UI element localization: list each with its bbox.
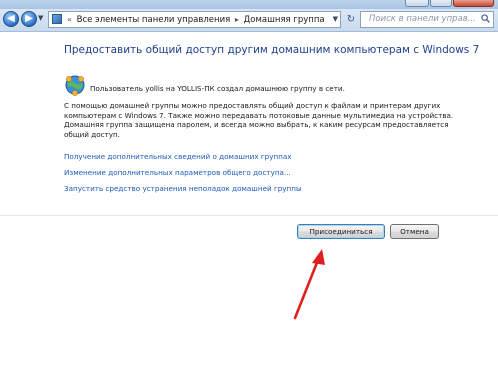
description-line: С помощью домашней группы можно предоста… <box>64 101 441 110</box>
maximize-button[interactable] <box>430 0 452 7</box>
back-arrow-icon: ◀ <box>7 13 15 24</box>
address-separator: « <box>67 15 72 24</box>
advanced-sharing-settings-link[interactable]: Изменение дополнительных параметров обще… <box>64 168 291 177</box>
description-line: общий доступ. <box>64 129 120 139</box>
forward-button[interactable]: ▶ <box>21 11 37 27</box>
title-bar <box>0 0 498 15</box>
join-button[interactable]: Присоединиться <box>297 224 385 239</box>
button-bar-divider <box>0 215 498 216</box>
breadcrumb-separator[interactable]: ▸ <box>235 15 239 24</box>
search-icon <box>481 14 490 23</box>
history-dropdown[interactable]: ▼ <box>38 14 46 24</box>
refresh-icon: ↻ <box>346 14 356 25</box>
search-input[interactable]: Поиск в панели управ... <box>360 11 494 28</box>
description-line: Домашняя группа защищена паролем, и всег… <box>64 120 449 129</box>
navigation-bar: ◀ ▶ ▼ « Все элементы панели управления ▸… <box>0 9 498 32</box>
description-line: компьютерам с Windows 7. Также можно пер… <box>64 110 454 120</box>
close-button[interactable] <box>453 0 494 15</box>
content-area: Предоставить общий доступ другим домашни… <box>0 32 498 365</box>
address-bar[interactable]: « Все элементы панели управления ▸ Домаш… <box>48 11 341 28</box>
back-button[interactable]: ◀ <box>3 11 19 27</box>
homegroup-notice: Пользователь yollis на YOLLIS-ПК создал … <box>90 84 345 93</box>
breadcrumb-all-items[interactable]: Все элементы панели управления <box>77 15 231 25</box>
cancel-button[interactable]: Отмена <box>390 224 439 239</box>
homegroup-troubleshooter-link[interactable]: Запустить средство устранения неполадок … <box>64 184 302 193</box>
breadcrumb-homegroup[interactable]: Домашняя группа <box>244 15 325 25</box>
homegroup-description: С помощью домашней группы можно предоста… <box>64 101 454 139</box>
page-title: Предоставить общий доступ другим домашни… <box>64 44 480 56</box>
minimize-button[interactable] <box>405 0 429 7</box>
homegroup-icon <box>65 75 85 96</box>
forward-arrow-icon: ▶ <box>25 13 33 24</box>
learn-more-homegroups-link[interactable]: Получение дополнительных сведений о дома… <box>64 152 292 161</box>
refresh-button[interactable]: ↻ <box>344 12 358 27</box>
search-placeholder: Поиск в панели управ... <box>369 14 476 24</box>
address-dropdown-icon[interactable]: ▼ <box>333 12 338 27</box>
control-panel-icon <box>52 14 62 24</box>
explorer-window: ◀ ▶ ▼ « Все элементы панели управления ▸… <box>0 0 498 365</box>
